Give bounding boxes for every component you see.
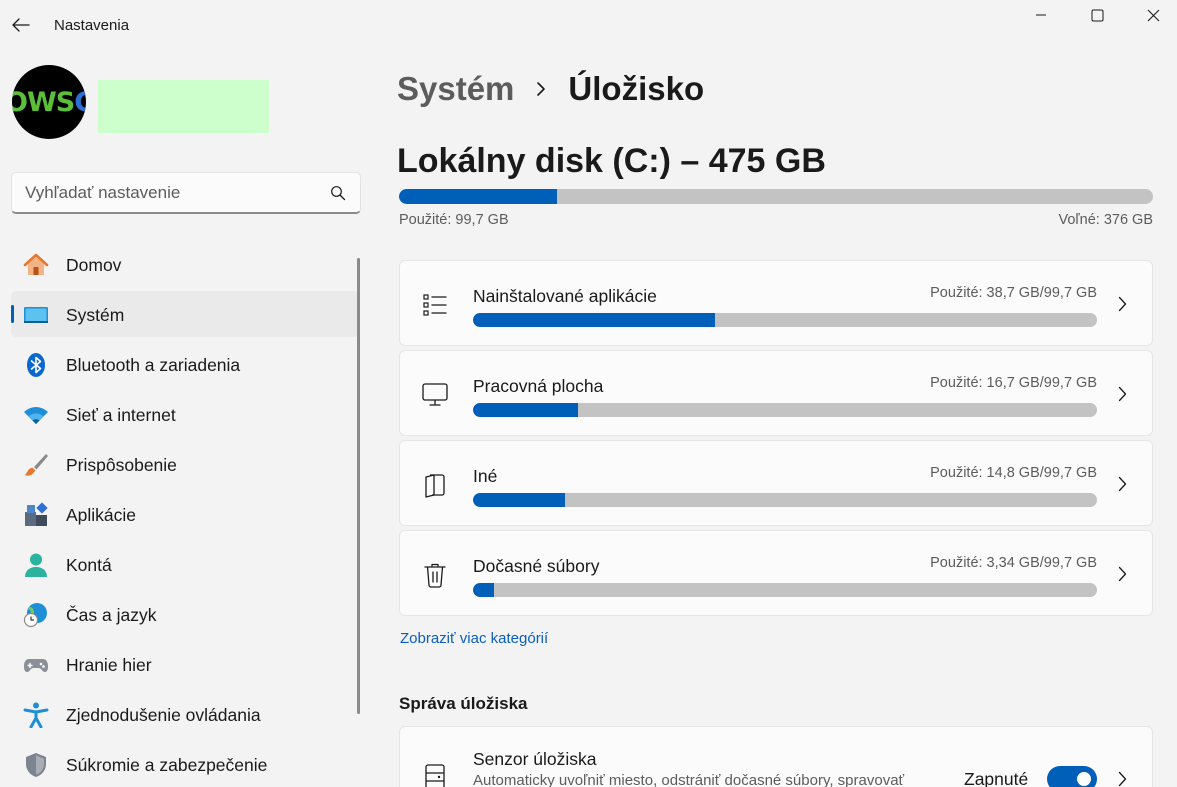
avatar[interactable]: OWSC — [12, 65, 86, 139]
wifi-icon — [23, 402, 49, 428]
storage-sense-description: Automaticky uvoľniť miesto, odstrániť do… — [473, 772, 905, 787]
sidebar-item-apps[interactable]: Aplikácie — [11, 491, 359, 537]
arrow-left-icon — [12, 18, 30, 32]
category-other[interactable]: Iné Použité: 14,8 GB/99,7 GB — [399, 440, 1153, 526]
list-icon — [421, 291, 449, 319]
category-usage: Použité: 3,34 GB/99,7 GB — [930, 555, 1097, 571]
sidebar-item-bluetooth[interactable]: Bluetooth a zariadenia — [11, 341, 359, 387]
chevron-right-icon — [1114, 474, 1130, 494]
category-temporary-files[interactable]: Dočasné súbory Použité: 3,34 GB/99,7 GB — [399, 530, 1153, 616]
maximize-icon — [1091, 9, 1103, 21]
category-usage-bar — [473, 583, 1097, 597]
disk-usage-bar-fill — [399, 189, 558, 204]
sidebar-item-home[interactable]: Domov — [11, 241, 359, 287]
storage-drive-icon — [421, 763, 449, 787]
shield-icon — [23, 752, 49, 778]
sidebar-item-privacy-security[interactable]: Súkromie a zabezpečenie — [11, 741, 359, 787]
category-usage-bar-fill — [473, 403, 578, 417]
bluetooth-icon — [23, 352, 49, 378]
sidebar-item-label: Hranie hier — [66, 655, 152, 675]
sidebar-item-gaming[interactable]: Hranie hier — [11, 641, 359, 687]
sidebar-item-accounts[interactable]: Kontá — [11, 541, 359, 587]
maximize-button[interactable] — [1069, 0, 1125, 30]
globe-clock-icon — [23, 602, 49, 628]
sidebar-item-label: Aplikácie — [66, 505, 137, 525]
category-usage: Použité: 16,7 GB/99,7 GB — [930, 375, 1097, 391]
documents-icon — [421, 471, 449, 499]
category-label: Iné — [473, 466, 498, 486]
close-button[interactable] — [1125, 0, 1177, 30]
trash-icon — [421, 561, 449, 589]
search-input[interactable] — [12, 182, 312, 203]
chevron-right-icon — [1114, 294, 1130, 314]
category-installed-apps[interactable]: Nainštalované aplikácie Použité: 38,7 GB… — [399, 260, 1153, 346]
sidebar-scrollbar[interactable] — [357, 258, 360, 714]
sidebar-item-label: Bluetooth a zariadenia — [66, 355, 241, 375]
toggle-knob — [1077, 772, 1091, 786]
storage-sense-state: Zapnuté — [964, 769, 1029, 787]
show-more-categories-link[interactable]: Zobraziť viac kategórií — [400, 630, 548, 647]
sidebar-item-label: Systém — [66, 305, 125, 325]
app-title: Nastavenia — [54, 17, 130, 34]
sidebar-item-label: Súkromie a zabezpečenie — [66, 755, 268, 775]
sidebar-item-label: Kontá — [66, 555, 112, 575]
category-usage-bar — [473, 493, 1097, 507]
category-label: Dočasné súbory — [473, 556, 600, 576]
sidebar-item-label: Čas a jazyk — [66, 605, 157, 625]
search-icon[interactable] — [330, 185, 346, 201]
disk-title: Lokálny disk (C:) – 475 GB — [397, 142, 826, 180]
sidebar-item-accessibility[interactable]: Zjednodušenie ovládania — [11, 691, 359, 737]
chevron-right-icon — [536, 81, 546, 97]
sidebar-item-time-language[interactable]: Čas a jazyk — [11, 591, 359, 637]
minimize-icon — [1036, 14, 1046, 16]
category-usage-bar-fill — [473, 493, 566, 507]
user-icon — [23, 552, 49, 578]
section-title-storage-management: Správa úložiska — [399, 694, 528, 713]
disk-used-label: Použité: 99,7 GB — [399, 212, 509, 228]
storage-categories: Nainštalované aplikácie Použité: 38,7 GB… — [399, 260, 1153, 620]
sidebar-item-label: Sieť a internet — [66, 405, 176, 425]
category-usage: Použité: 14,8 GB/99,7 GB — [930, 465, 1097, 481]
profile-name-redacted — [98, 80, 269, 133]
disk-usage-bar — [399, 189, 1153, 204]
apps-icon — [23, 502, 49, 528]
title-bar: Nastavenia — [0, 0, 1177, 50]
home-icon — [23, 252, 49, 278]
minimize-button[interactable] — [1013, 0, 1069, 30]
chevron-right-icon — [1114, 769, 1130, 787]
back-button[interactable] — [8, 12, 34, 38]
sidebar-nav: Domov Systém Bluetooth a zariadenia Sieť… — [11, 241, 359, 787]
category-usage-bar — [473, 403, 1097, 417]
breadcrumb: Systém Úložisko — [397, 70, 704, 108]
chevron-right-icon — [1114, 384, 1130, 404]
category-desktop[interactable]: Pracovná plocha Použité: 16,7 GB/99,7 GB — [399, 350, 1153, 436]
storage-sense-card[interactable]: Senzor úložiska Automaticky uvoľniť mies… — [399, 726, 1153, 787]
avatar-logo-text: OWSC — [12, 86, 86, 118]
breadcrumb-parent[interactable]: Systém — [397, 70, 514, 108]
chevron-right-icon — [1114, 564, 1130, 584]
sidebar-item-label: Prispôsobenie — [66, 455, 177, 475]
sidebar-item-personalization[interactable]: Prispôsobenie — [11, 441, 359, 487]
search-box[interactable] — [11, 172, 361, 214]
system-monitor-icon — [23, 302, 49, 328]
close-icon — [1147, 9, 1159, 21]
accessibility-icon — [23, 702, 49, 728]
category-label: Pracovná plocha — [473, 376, 604, 396]
storage-sense-title: Senzor úložiska — [473, 749, 597, 769]
page-title: Úložisko — [568, 70, 705, 107]
paintbrush-icon — [23, 452, 49, 478]
desktop-monitor-icon — [421, 381, 449, 409]
category-usage-bar — [473, 313, 1097, 327]
sidebar-item-network[interactable]: Sieť a internet — [11, 391, 359, 437]
category-usage-bar-fill — [473, 313, 716, 327]
storage-sense-toggle[interactable] — [1047, 766, 1097, 787]
category-usage: Použité: 38,7 GB/99,7 GB — [930, 285, 1097, 301]
category-label: Nainštalované aplikácie — [473, 286, 657, 306]
disk-free-label: Voľné: 376 GB — [1058, 212, 1153, 228]
category-usage-bar-fill — [473, 583, 495, 597]
sidebar-item-label: Domov — [66, 255, 122, 275]
sidebar-item-system[interactable]: Systém — [11, 291, 359, 337]
gamepad-icon — [23, 652, 49, 678]
sidebar-item-label: Zjednodušenie ovládania — [66, 705, 261, 725]
